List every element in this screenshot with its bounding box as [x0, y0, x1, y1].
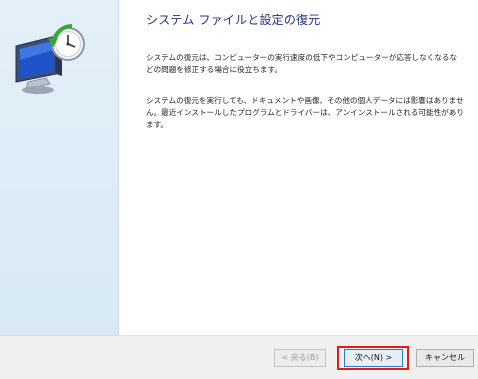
dialog-content: システム ファイルと設定の復元 システムの復元は、コンピューターの実行速度の低下… [146, 0, 464, 131]
left-banner-panel [0, 0, 119, 335]
back-button[interactable]: < 戻る(B) [274, 349, 326, 367]
description-paragraph-2: システムの復元を実行しても、ドキュメントや画像、その他の個人データには影響はあり… [146, 96, 464, 129]
description-paragraph-1: システムの復元は、コンピューターの実行速度の低下やコンピューターが応答しなくなる… [146, 53, 458, 74]
next-button[interactable]: 次へ(N) > [344, 349, 403, 367]
button-bar: < 戻る(B) 次へ(N) > キャンセル [0, 335, 478, 379]
cancel-button[interactable]: キャンセル [416, 349, 474, 367]
system-restore-icon [12, 20, 92, 100]
dialog-title: システム ファイルと設定の復元 [146, 13, 321, 27]
